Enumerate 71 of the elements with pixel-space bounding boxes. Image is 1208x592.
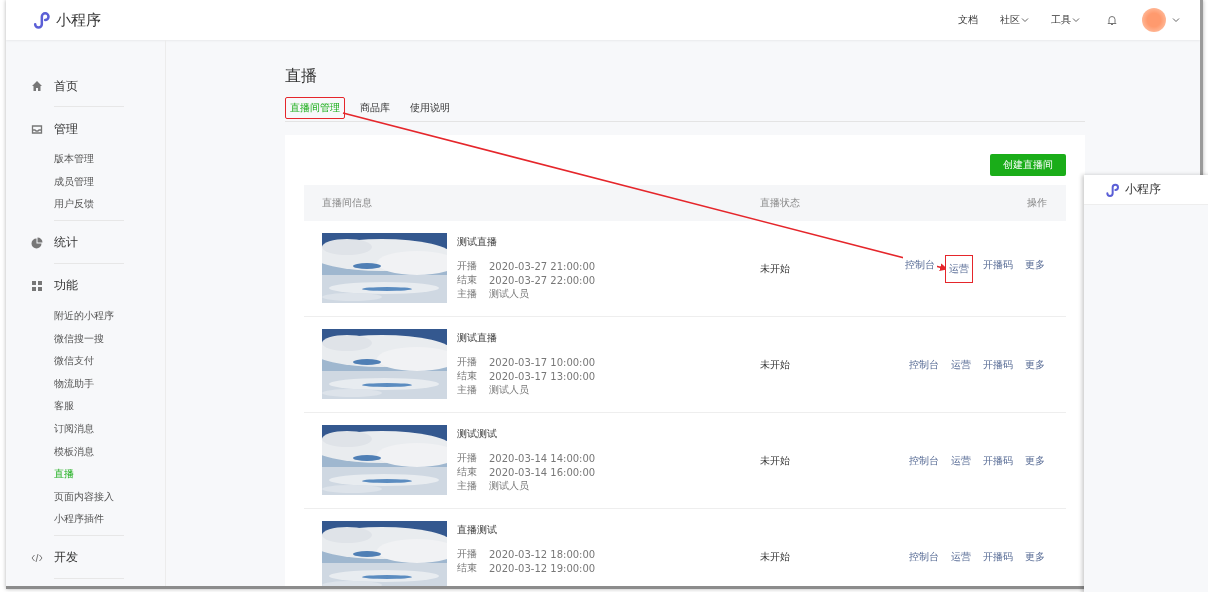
pie-chart-icon [31,236,43,249]
grid-icon [31,279,43,292]
status-text: 未开始 [760,453,791,468]
detail-value: 2020-03-12 18:00:00 [489,548,596,560]
column-header: 直播间信息 [322,196,373,210]
sidebar-subitem[interactable]: 微信支付 [6,349,165,373]
sidebar-subitem[interactable]: 附近的小程序 [6,304,165,328]
caret-icon[interactable] [1172,16,1180,24]
sidebar-subitem[interactable]: 微信搜一搜 [6,327,165,350]
detail-value: 2020-03-17 13:00:00 [489,370,596,382]
action-link[interactable]: 运营 [945,254,973,283]
tab[interactable]: 使用说明 [405,97,455,119]
page-title: 直播 [285,66,318,87]
status-text: 未开始 [760,261,791,276]
sidebar-item[interactable]: 开发 [6,545,165,570]
detail-label: 结束 [457,465,477,479]
sidebar-subitem[interactable]: 客服 [6,395,165,418]
detail-value: 测试人员 [489,383,529,397]
sidebar-subitem[interactable]: 物流助手 [6,372,165,396]
detail-value: 2020-03-12 19:00:00 [489,562,596,574]
detail-label: 主播 [457,383,477,397]
detail-label: 主播 [457,479,477,493]
detail-label: 主播 [457,287,477,301]
brand-name[interactable]: 小程序 [56,10,101,30]
nav-link[interactable]: 社区 [1000,13,1029,27]
detail-value: 2020-03-14 16:00:00 [489,466,596,478]
logo-icon [1104,181,1120,198]
room-title: 直播测试 [457,523,498,537]
detail-label: 开播 [457,547,477,561]
caret-icon [1072,16,1080,24]
detail-value: 2020-03-27 21:00:00 [489,260,596,272]
detail-label: 开播 [457,259,477,273]
detail-label: 开播 [457,355,477,369]
home-icon [31,80,43,92]
sidebar-subitem[interactable]: 用户反馈 [6,193,165,216]
logo-icon [31,10,51,30]
sidebar-subitem[interactable]: 小程序插件 [6,508,165,531]
detail-value: 测试人员 [489,287,529,301]
avatar[interactable] [1142,8,1166,32]
detail-label: 开播 [457,451,477,465]
room-title: 测试测试 [457,427,498,441]
column-header: 操作 [1027,196,1047,210]
status-text: 未开始 [760,357,791,372]
sidebar-item[interactable]: 管理 [6,117,165,141]
detail-value: 测试人员 [489,479,529,493]
room-title: 测试直播 [457,235,498,249]
nav-link[interactable]: 工具 [1051,13,1080,27]
status-text: 未开始 [760,549,791,564]
detail-label: 结束 [457,369,477,383]
nav-link[interactable]: 文档 [958,13,978,27]
sidebar-item[interactable]: 功能 [6,273,165,298]
sidebar-subitem[interactable]: 成员管理 [6,170,165,194]
brand-name[interactable]: 小程序 [1125,181,1161,198]
sidebar-subitem[interactable]: 页面内容接入 [6,485,165,509]
sidebar-subitem[interactable]: 订阅消息 [6,417,165,441]
inbox-icon [31,123,43,135]
sidebar-item[interactable]: 统计 [6,230,165,255]
detail-value: 2020-03-14 14:00:00 [489,452,596,464]
sidebar-subitem[interactable]: 版本管理 [6,148,165,171]
column-header: 直播状态 [760,196,801,210]
caret-icon [1021,16,1029,24]
sidebar-subitem[interactable]: 模板消息 [6,440,165,463]
room-title: 测试直播 [457,331,498,345]
sidebar-item[interactable]: 首页 [6,74,165,98]
detail-value: 2020-03-17 10:00:00 [489,356,596,368]
bell-icon[interactable] [1106,14,1118,26]
detail-value: 2020-03-27 22:00:00 [489,274,596,286]
detail-label: 结束 [457,561,477,575]
tab[interactable]: 商品库 [355,97,395,119]
code-icon [31,551,43,564]
detail-label: 结束 [457,273,477,287]
